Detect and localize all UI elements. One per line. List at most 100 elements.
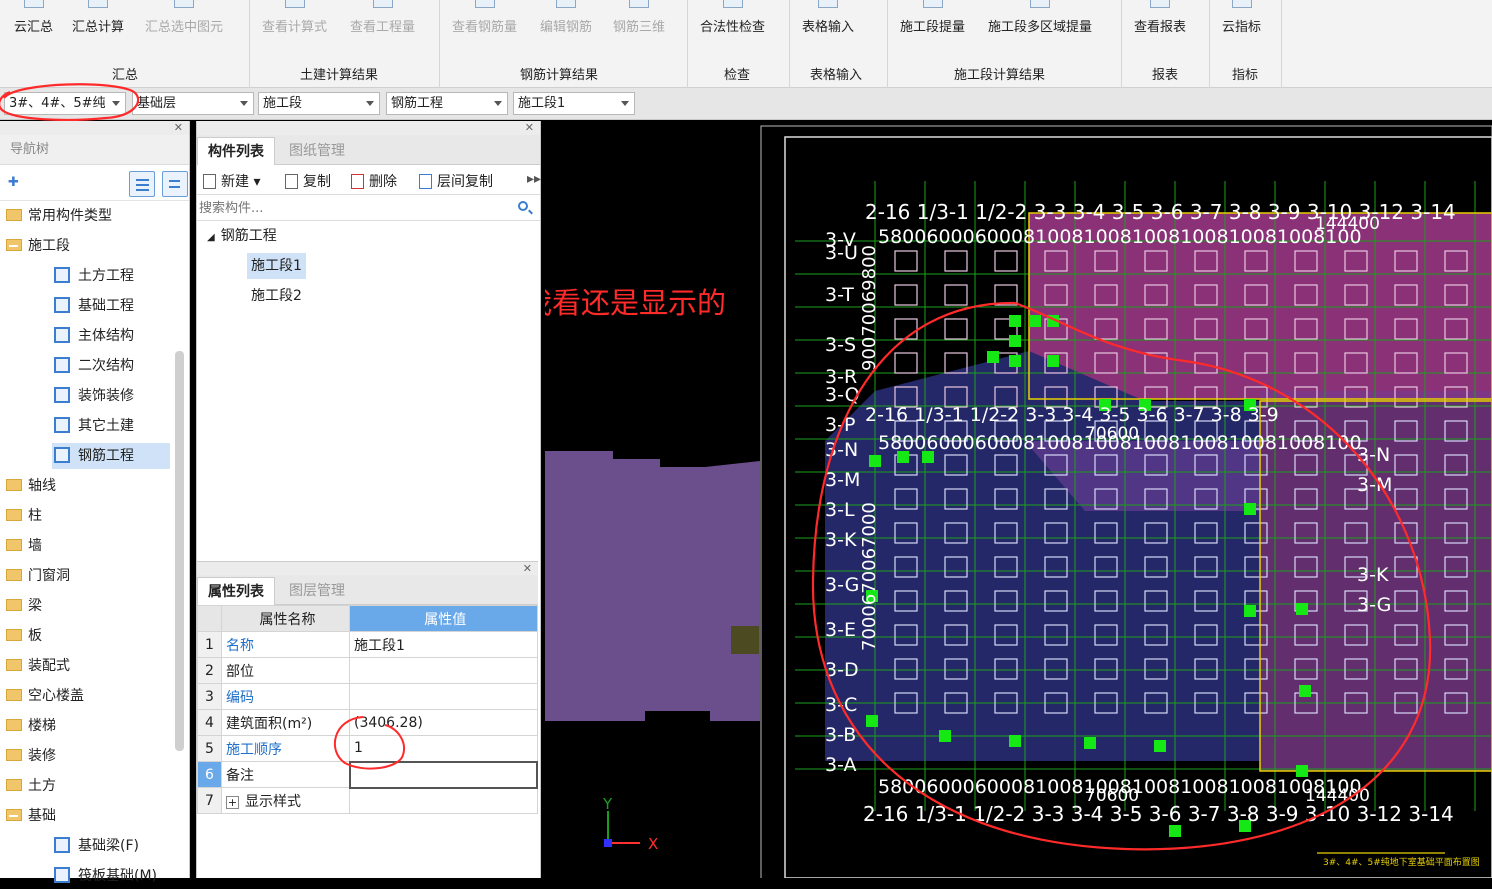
nav-tree-item[interactable]: 二次结构 bbox=[54, 353, 134, 379]
property-value[interactable] bbox=[349, 683, 538, 710]
selector-dropdown[interactable]: 钢筋工程 bbox=[386, 92, 508, 115]
ribbon-button[interactable]: 查看报表 bbox=[1134, 0, 1186, 35]
property-row[interactable]: 7 + 显示样式 bbox=[197, 787, 538, 814]
ribbon-button-label: 钢筋三维 bbox=[613, 20, 666, 35]
axis-label-row: 2-16 1/3-1 1/2-2 3-3 3-4 3-5 3-6 3-7 3-8… bbox=[863, 802, 1454, 826]
copy-button[interactable]: 复制 bbox=[285, 171, 331, 191]
ribbon-button[interactable]: 查看计算式 bbox=[262, 0, 327, 35]
nav-tree-item[interactable]: 基础梁(F) bbox=[54, 833, 139, 859]
ribbon-button[interactable]: 云指标 bbox=[1222, 0, 1261, 35]
tab-property-list[interactable]: 属性列表 bbox=[197, 577, 275, 605]
ribbon-button[interactable]: 查看钢筋量 bbox=[452, 0, 517, 35]
ucs-y-label: Y bbox=[602, 795, 613, 813]
component-actions: 新建 ▾ 复制 删除 层间复制 ▸▸ bbox=[197, 165, 541, 195]
ribbon-button[interactable]: 钢筋三维 bbox=[613, 0, 666, 35]
nav-tree-item[interactable]: 主体结构 bbox=[54, 323, 134, 349]
component-pane: ✕ 构件列表 图纸管理 新建 ▾ 复制 删除 层间复制 ▸▸ ◢ 钢筋工程 施工段… bbox=[196, 121, 541, 878]
pin-icon[interactable]: ✚ bbox=[8, 175, 19, 190]
nav-tree-item[interactable]: 空心楼盖 bbox=[6, 683, 84, 709]
green-marker bbox=[1009, 335, 1021, 347]
chevron-down-icon bbox=[366, 101, 374, 106]
detail-view-button[interactable] bbox=[162, 171, 188, 197]
list-view-button[interactable] bbox=[129, 171, 155, 197]
green-marker bbox=[1299, 685, 1311, 697]
property-name: 编码 bbox=[221, 683, 350, 710]
nav-item-label: 装修 bbox=[28, 748, 56, 764]
property-row[interactable]: 2 部位 bbox=[197, 657, 538, 684]
property-name-header: 属性名称 bbox=[221, 605, 350, 632]
tab-layer-management[interactable]: 图层管理 bbox=[279, 577, 355, 605]
row-index: 6 bbox=[197, 761, 222, 788]
nav-tree-item[interactable]: 筏板基础(M) bbox=[54, 863, 157, 889]
nav-tree-item[interactable]: 施工段 bbox=[6, 233, 70, 259]
selector-value: 施工段 bbox=[263, 96, 303, 111]
nav-tree-item[interactable]: 钢筋工程 bbox=[52, 443, 170, 469]
dimension-text: 7000670067000 bbox=[859, 502, 880, 651]
close-icon[interactable]: ✕ bbox=[174, 121, 183, 135]
selector-dropdown[interactable]: 施工段 bbox=[258, 92, 380, 115]
nav-tree-item[interactable]: 门窗洞 bbox=[6, 563, 70, 589]
nav-tree-item[interactable]: 基础工程 bbox=[54, 293, 134, 319]
component-item[interactable]: 施工段1 bbox=[247, 253, 306, 279]
drawing-canvas[interactable]: 2-16 1/3-1 1/2-2 3-3 3-4 3-5 3-6 3-7 3-8… bbox=[545, 121, 1492, 878]
ribbon-button[interactable]: 合法性检查 bbox=[700, 0, 765, 35]
tab-component-list[interactable]: 构件列表 bbox=[197, 137, 275, 165]
nav-tree-item[interactable]: 梁 bbox=[6, 593, 42, 619]
floor-copy-button[interactable]: 层间复制 bbox=[419, 171, 493, 191]
more-icon[interactable]: ▸▸ bbox=[527, 171, 541, 187]
property-name: 部位 bbox=[221, 657, 350, 684]
nav-tree-item[interactable]: 土方 bbox=[6, 773, 56, 799]
nav-tree-item[interactable]: 楼梯 bbox=[6, 713, 56, 739]
property-value[interactable] bbox=[349, 787, 538, 814]
nav-tree-item[interactable]: 板 bbox=[6, 623, 42, 649]
ribbon-button[interactable]: 编辑钢筋 bbox=[540, 0, 592, 35]
collapse-icon[interactable]: ◢ bbox=[207, 232, 215, 243]
component-group[interactable]: ◢ 钢筋工程 bbox=[207, 223, 277, 249]
property-value[interactable] bbox=[349, 657, 538, 684]
close-icon[interactable]: ✕ bbox=[523, 562, 532, 576]
green-marker bbox=[869, 455, 881, 467]
component-search-input[interactable] bbox=[199, 198, 509, 218]
ribbon-button[interactable]: 施工段多区域提量 bbox=[988, 0, 1092, 35]
search-icon[interactable] bbox=[518, 201, 528, 211]
tab-drawing-management[interactable]: 图纸管理 bbox=[279, 137, 355, 165]
nav-tree-item[interactable]: 装饰装修 bbox=[54, 383, 134, 409]
nav-tree-item[interactable]: 基础 bbox=[6, 803, 56, 829]
close-icon[interactable]: ✕ bbox=[525, 121, 534, 135]
property-value[interactable]: 施工段1 bbox=[349, 631, 538, 658]
nav-tree-item[interactable]: 柱 bbox=[6, 503, 42, 529]
pile-cap bbox=[894, 352, 918, 374]
property-row[interactable]: 3 编码 bbox=[197, 683, 538, 710]
property-row[interactable]: 1 名称 施工段1 bbox=[197, 631, 538, 658]
nav-tree-item[interactable]: 其它土建 bbox=[54, 413, 134, 439]
nav-tree-item[interactable]: 土方工程 bbox=[54, 263, 134, 289]
green-marker bbox=[1296, 603, 1308, 615]
axis-label: 3-G bbox=[825, 574, 859, 596]
selector-dropdown[interactable]: 施工段1 bbox=[513, 92, 635, 115]
ribbon-button[interactable]: 云汇总 bbox=[14, 0, 53, 35]
expand-icon[interactable]: + bbox=[226, 795, 239, 809]
selector-value: 施工段1 bbox=[518, 96, 566, 111]
new-button[interactable]: 新建 ▾ bbox=[203, 171, 260, 191]
nav-tree-item[interactable]: 装配式 bbox=[6, 653, 70, 679]
selector-dropdown[interactable]: 基础层 bbox=[132, 92, 254, 115]
component-item[interactable]: 施工段2 bbox=[251, 283, 302, 309]
component-type-icon bbox=[54, 867, 70, 883]
nav-item-label: 楼梯 bbox=[28, 718, 56, 734]
nav-tree-item[interactable]: 常用构件类型 bbox=[6, 203, 112, 229]
ribbon-button[interactable]: 查看工程量 bbox=[350, 0, 415, 35]
delete-button[interactable]: 删除 bbox=[351, 171, 397, 191]
ribbon-button[interactable]: 汇总选中图元 bbox=[145, 0, 223, 35]
nav-item-label: 主体结构 bbox=[78, 328, 134, 344]
nav-tree-item[interactable]: 墙 bbox=[6, 533, 42, 559]
ribbon-toolbar: 云汇总 汇总计算 汇总选中图元 汇总 查看计算式 查看工程量 土建计算结果 查看钢筋量 编辑钢筋… bbox=[0, 0, 1492, 88]
scrollbar[interactable] bbox=[175, 351, 184, 751]
dimension-text: 5800600060008100810081008100810081008100 bbox=[878, 226, 1362, 248]
cad-drawing[interactable]: 2-16 1/3-1 1/2-2 3-3 3-4 3-5 3-6 3-7 3-8… bbox=[545, 121, 1492, 878]
nav-tree-item[interactable]: 轴线 bbox=[6, 473, 56, 499]
ribbon-button[interactable]: 汇总计算 bbox=[72, 0, 124, 35]
nav-tree-item[interactable]: 装修 bbox=[6, 743, 56, 769]
component-type-icon bbox=[54, 447, 70, 463]
ribbon-button[interactable]: 施工段提量 bbox=[900, 0, 965, 35]
ribbon-button[interactable]: 表格输入 bbox=[802, 0, 854, 35]
